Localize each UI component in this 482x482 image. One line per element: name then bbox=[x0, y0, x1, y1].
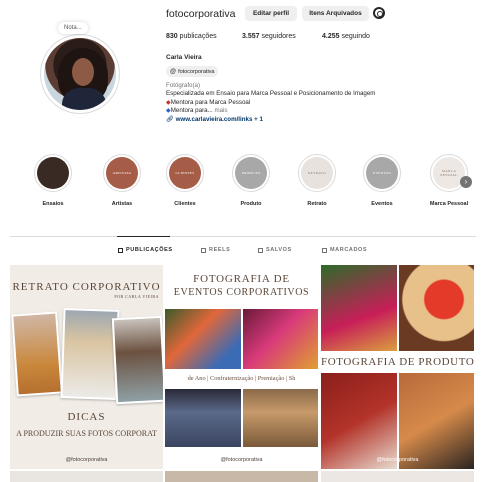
highlight-ring: ARTISTAS bbox=[103, 154, 141, 192]
chevron-right-icon[interactable]: › bbox=[460, 176, 472, 188]
highlight-label: Retrato bbox=[307, 201, 327, 207]
highlight-label: Clientes bbox=[174, 201, 196, 207]
highlight-label: Ensaios bbox=[42, 201, 64, 207]
gear-icon[interactable] bbox=[373, 7, 385, 19]
tab-salvos[interactable]: SALVOS bbox=[258, 247, 292, 253]
following-stat[interactable]: 4.255 seguindo bbox=[322, 33, 370, 40]
highlight-ring: EVENTOS bbox=[363, 154, 401, 192]
highlight-4[interactable]: PRODUTO Produto bbox=[226, 154, 276, 207]
highlight-5[interactable]: RETRATO Retrato bbox=[292, 154, 342, 207]
post-row2-1[interactable] bbox=[10, 471, 163, 482]
post-caption: de Ano | Confraternização | Premiação | … bbox=[187, 375, 296, 382]
note-bubble[interactable]: Nota... bbox=[58, 22, 88, 34]
event-photo-1 bbox=[165, 309, 241, 369]
more-link[interactable]: mais bbox=[213, 107, 227, 114]
post-retrato-corporativo[interactable]: RETRATO CORPORATIVO POR CARLA VIEIRA DIC… bbox=[10, 265, 163, 469]
profile-link-row[interactable]: 🔗︎ www.carlavieira.com/links + 1 bbox=[166, 116, 263, 125]
post-fotografia-produto[interactable]: FOTOGRAFIA DE PRODUTO @fotocorporativa bbox=[321, 265, 474, 469]
event-photo-3 bbox=[165, 389, 241, 447]
tagged-icon bbox=[322, 247, 327, 253]
event-photo-4 bbox=[243, 389, 318, 447]
posts-stat: 830 publicações bbox=[166, 33, 217, 40]
highlight-ring: RETRATO bbox=[298, 154, 336, 192]
post-handle: @fotocorporativa bbox=[65, 457, 108, 463]
link-icon: 🔗︎ bbox=[166, 115, 174, 123]
product-photo-2 bbox=[399, 265, 474, 351]
post-title-2: EVENTOS CORPORATIVOS bbox=[173, 287, 310, 298]
post-body-1: DICAS bbox=[67, 411, 106, 423]
highlight-ring: CLIENTES bbox=[166, 154, 204, 192]
threads-icon: @ bbox=[170, 68, 177, 75]
post-row2-2[interactable] bbox=[165, 471, 318, 482]
highlight-label: Artistas bbox=[111, 201, 133, 207]
highlight-ring: PRODUTO bbox=[232, 154, 270, 192]
highlight-6[interactable]: EVENTOS Eventos bbox=[357, 154, 407, 207]
profile-username: fotocorporativa bbox=[166, 8, 236, 20]
product-photo-4 bbox=[399, 373, 474, 469]
reels-icon bbox=[201, 247, 206, 253]
post-eventos-corporativos[interactable]: FOTOGRAFIA DE EVENTOS CORPORATIVOS de An… bbox=[165, 265, 318, 469]
highlight-label: Marca Pessoal bbox=[429, 201, 469, 207]
tab-reels[interactable]: REELS bbox=[201, 247, 230, 253]
post-title: RETRATO CORPORATIVO bbox=[12, 281, 161, 293]
bookmark-icon bbox=[258, 247, 263, 253]
bio-line-1: Especializada em Ensaio para Marca Pesso… bbox=[166, 90, 376, 97]
highlight-1[interactable]: Ensaios bbox=[28, 154, 78, 207]
followers-stat[interactable]: 3.557 seguidores bbox=[242, 33, 296, 40]
tabs-divider bbox=[10, 236, 476, 237]
bio-line-3: ◆Mentora para... mais bbox=[166, 107, 228, 114]
post-subtitle: POR CARLA VIEIRA bbox=[114, 294, 159, 299]
archived-items-button[interactable]: Itens Arquivados bbox=[302, 6, 369, 21]
photo-2 bbox=[60, 308, 120, 400]
highlight-2[interactable]: ARTISTAS Artistas bbox=[97, 154, 147, 207]
active-tab-indicator bbox=[117, 236, 170, 237]
post-title-1: FOTOGRAFIA DE bbox=[193, 273, 290, 285]
product-photo-3 bbox=[321, 373, 397, 469]
highlight-cover: RETRATO bbox=[301, 157, 333, 189]
photo-3 bbox=[111, 315, 163, 405]
post-handle: @fotocorporativa bbox=[376, 457, 419, 463]
tab-publicacoes[interactable]: PUBLICAÇÕES bbox=[118, 247, 173, 253]
post-handle: @fotocorporativa bbox=[220, 457, 263, 463]
tab-marcados[interactable]: MARCADOS bbox=[322, 247, 367, 253]
post-body-2: A PRODUZIR SUAS FOTOS CORPORAT bbox=[16, 429, 157, 438]
highlight-3[interactable]: CLIENTES Clientes bbox=[160, 154, 210, 207]
highlight-ring bbox=[34, 154, 72, 192]
highlight-cover: ARTISTAS bbox=[106, 157, 138, 189]
post-row2-3[interactable] bbox=[321, 471, 474, 482]
profile-avatar[interactable] bbox=[40, 34, 120, 114]
highlight-cover: PRODUTO bbox=[235, 157, 267, 189]
grid-icon bbox=[118, 247, 123, 253]
event-photo-2 bbox=[243, 309, 318, 369]
highlight-cover bbox=[37, 157, 69, 189]
photo-1 bbox=[11, 311, 63, 397]
bio-line-2: ◆Mentora para Marca Pessoal bbox=[166, 98, 251, 106]
display-name: Carla Vieira bbox=[166, 54, 202, 61]
post-title: FOTOGRAFIA DE PRODUTO bbox=[321, 353, 474, 371]
highlight-label: Eventos bbox=[371, 201, 393, 207]
product-photo-1 bbox=[321, 265, 397, 351]
threads-badge[interactable]: @ fotocorporativa bbox=[166, 66, 219, 77]
highlight-label: Produto bbox=[240, 201, 262, 207]
edit-profile-button[interactable]: Editar perfil bbox=[245, 6, 297, 21]
avatar-image bbox=[44, 38, 116, 110]
highlight-cover: CLIENTES bbox=[169, 157, 201, 189]
highlight-cover: EVENTOS bbox=[366, 157, 398, 189]
